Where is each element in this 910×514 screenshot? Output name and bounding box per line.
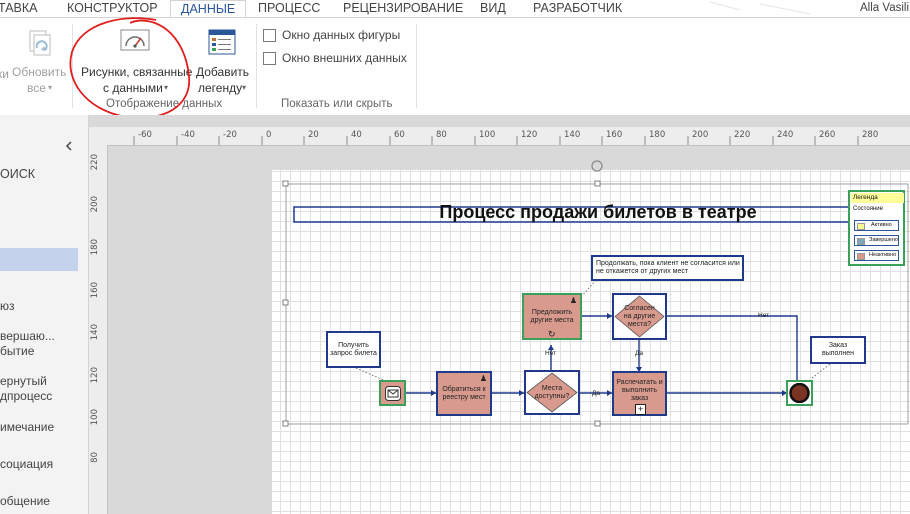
gateway-available-label: Места доступны?	[534, 384, 570, 400]
legend-title: Легенда	[851, 193, 904, 203]
end-event[interactable]	[786, 380, 813, 406]
diagram-connectors	[282, 160, 909, 427]
legend-inactive-label: Неактивно	[869, 252, 897, 258]
legend-active-swatch	[857, 223, 865, 230]
diagram-title[interactable]: Процесс продажи билетов в театре	[294, 202, 902, 226]
gateway-available[interactable]: Места доступны?	[524, 370, 580, 415]
message-icon	[385, 386, 401, 401]
legend-inactive-row: Неактивно	[854, 250, 899, 261]
legend-state-label: Состояние	[853, 206, 883, 212]
flow-label-no: Нет	[758, 312, 770, 319]
flow-label-yes: Да	[635, 350, 644, 357]
legend-done-swatch	[857, 238, 865, 245]
flow-label-yes: Да	[592, 390, 601, 397]
task-registry[interactable]: ♟ Обратиться к реестру мест	[436, 371, 492, 416]
task-offer-other[interactable]: ♟ Предложить другие места ↻	[522, 293, 582, 340]
end-circle-icon	[789, 383, 810, 403]
note-receive-request[interactable]: Получить запрос билета	[326, 331, 381, 368]
task-print-order[interactable]: Распечатать и выполнить заказ +	[612, 371, 667, 416]
legend-done-label: Завершено	[869, 237, 898, 243]
legend-done-row: Завершено	[854, 235, 899, 246]
plus-icon: +	[635, 404, 646, 415]
task-registry-label: Обратиться к реестру мест	[442, 385, 486, 401]
start-event[interactable]	[379, 380, 406, 406]
flow-label-no: Нет	[545, 350, 557, 357]
legend-box[interactable]: Легенда Состояние Активно Завершено Неак…	[848, 190, 905, 266]
legend-active-label: Активно	[871, 222, 892, 228]
legend-inactive-swatch	[857, 253, 865, 260]
gateway-agree[interactable]: Согласен на другие места?	[612, 293, 667, 340]
note-order-done[interactable]: Заказ выполнен	[810, 336, 866, 364]
legend-active-row: Активно	[854, 220, 899, 231]
loop-icon: ↻	[548, 329, 556, 339]
note-continue[interactable]: Продолжать, пока клиент не согласится ил…	[591, 255, 744, 281]
gateway-agree-label: Согласен на другие места?	[623, 304, 656, 328]
